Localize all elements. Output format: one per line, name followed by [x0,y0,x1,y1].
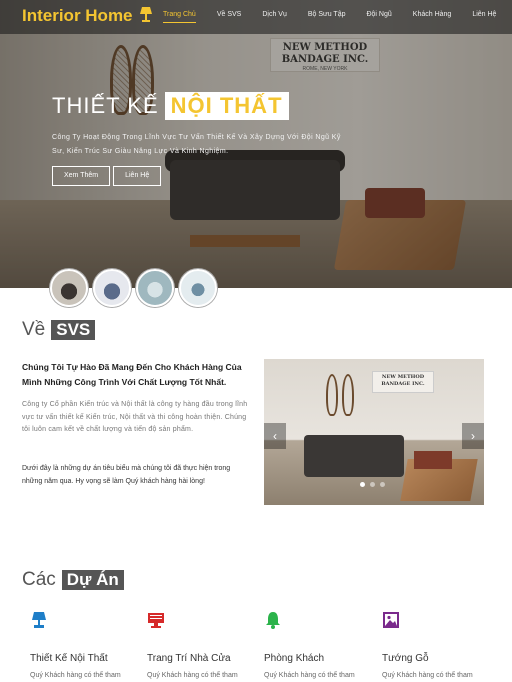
project-card-desc: Quý Khách hàng có thể tham [30,672,121,679]
view-more-button[interactable]: Xem Thêm [52,166,111,186]
hero-title: THIẾT KẾ NỘI THẤT [52,92,289,120]
hero-title-plain: THIẾT KẾ [52,93,159,118]
nav-item-collection[interactable]: Bộ Sưu Tập [308,11,346,23]
project-card[interactable]: Tướng Gỗ Quý Khách hàng có thể tham [382,611,492,679]
slider-dot[interactable] [380,482,385,487]
snowshoe-decor [326,374,338,416]
image-icon [383,612,399,628]
nav-item-clients[interactable]: Khách Hàng [413,11,452,23]
slider-next-button[interactable]: › [462,423,484,449]
contact-button[interactable]: Liên Hệ [113,166,162,186]
hero-title-highlight: NỘI THẤT [164,92,289,120]
top-navbar: Interior Home Trang Chủ Về SVS Dịch Vụ B… [0,0,512,34]
monitor-icon [148,613,164,628]
slider-dot[interactable] [360,482,365,487]
project-card-title: Phòng Khách [264,653,325,664]
snowshoe-decor [342,374,354,416]
about-heading-plain: Về [22,319,46,340]
hero-buttons: Xem Thêm Liên Hệ [52,166,164,186]
sign-line: BANDAGE INC. [381,381,425,387]
nav-item-about[interactable]: Về SVS [217,11,242,23]
projects-heading-plain: Các [22,569,56,590]
project-card-desc: Quý Khách hàng có thể tham [264,672,355,679]
project-card-title: Trang Trí Nhà Cửa [147,653,231,664]
slider-prev-button[interactable]: ‹ [264,423,286,449]
project-card[interactable]: Phòng Khách Quý Khách hàng có thể tham [264,611,374,679]
bell-icon [266,612,280,629]
nav-item-services[interactable]: Dịch Vụ [262,11,287,23]
projects-heading: Các Dự Án [22,569,124,591]
about-heading-highlight: SVS [51,320,96,340]
nav-item-contact[interactable]: Liên Hệ [472,11,496,23]
slider-wall-sign: NEW METHOD BANDAGE INC. [372,371,434,393]
slide-thumbnail[interactable] [179,269,217,307]
lamp-icon [140,7,153,22]
brand-logo[interactable]: Interior Home [22,6,153,26]
sofa [304,435,404,477]
project-card-desc: Quý Khách hàng có thể tham [382,672,473,679]
about-image-slider: NEW METHOD BANDAGE INC. ‹ › [264,359,484,505]
project-card-title: Thiết Kế Nội Thất [30,653,108,664]
slide-thumbnail[interactable] [136,269,174,307]
brand-name: Interior Home [22,6,133,25]
projects-heading-highlight: Dự Án [61,570,124,590]
about-paragraph: Công ty Cổ phần Kiến trúc và Nội thất là… [22,401,248,433]
about-heading: Về SVS [22,319,96,341]
about-lead-text: Chúng Tôi Tự Hào Đã Mang Đến Cho Khách H… [22,362,242,387]
lamp-icon [32,612,46,628]
project-card[interactable]: Trang Trí Nhà Cửa Quý Khách hàng có thể … [147,611,257,679]
slide-thumbnail[interactable] [93,269,131,307]
project-card[interactable]: Thiết Kế Nội Thất Quý Khách hàng có thể … [30,611,140,679]
slider-dot[interactable] [370,482,375,487]
hero-thumbnails [50,269,222,307]
main-menu: Trang Chủ Về SVS Dịch Vụ Bộ Sưu Tập Đội … [163,11,496,23]
nav-item-home[interactable]: Trang Chủ [163,11,196,23]
project-card-desc: Quý Khách hàng có thể tham [147,672,238,679]
slider-dots [360,482,390,487]
nav-item-team[interactable]: Đội Ngũ [366,11,391,23]
cushion [414,451,452,469]
about-paragraph: Dưới đây là những dự án tiêu biểu mà chú… [22,465,231,485]
sign-line: NEW METHOD [381,374,425,380]
slide-thumbnail[interactable] [50,269,88,307]
hero-description: Công Ty Hoạt Động Trong Lĩnh Vực Tư Vấn … [52,134,341,155]
project-card-title: Tướng Gỗ [382,653,429,664]
